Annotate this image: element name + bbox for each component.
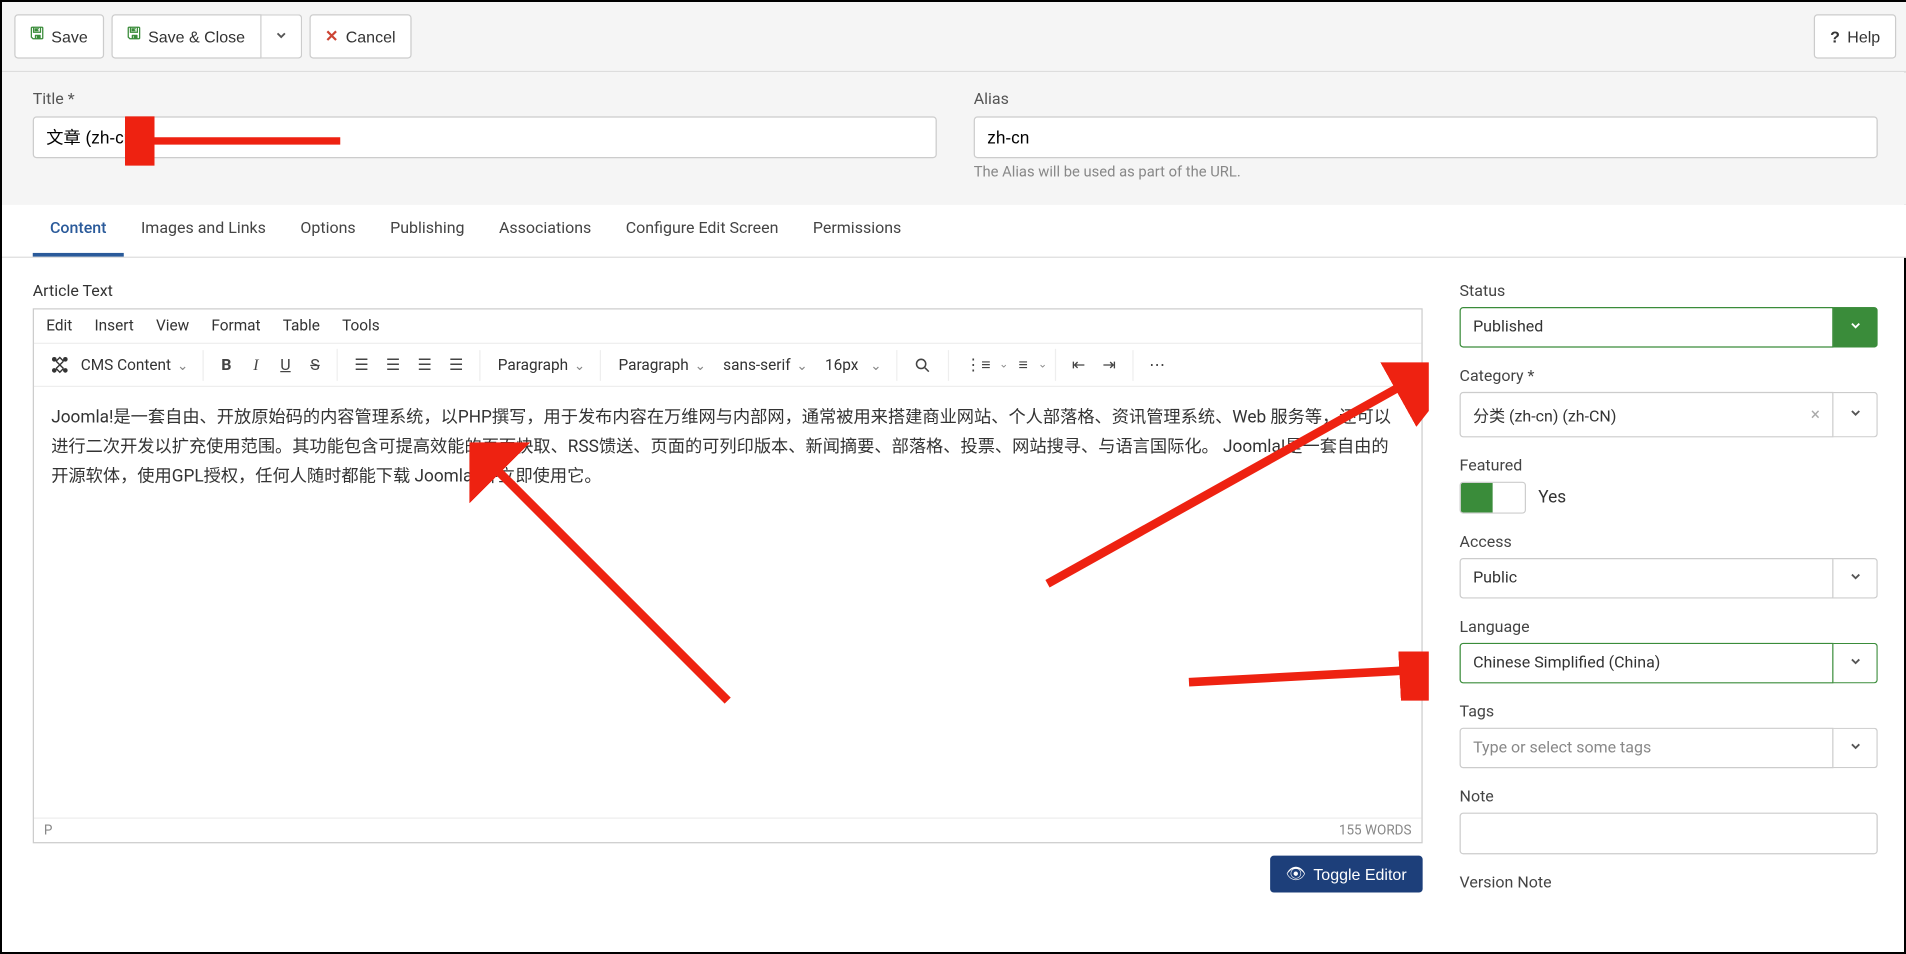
indent-button[interactable]: ⇥	[1094, 349, 1125, 380]
category-select-arrow[interactable]	[1833, 392, 1877, 438]
language-label: Language	[1460, 618, 1878, 636]
outdent-button[interactable]: ⇤	[1063, 349, 1094, 380]
menu-insert[interactable]: Insert	[94, 317, 133, 335]
cms-content-dropdown[interactable]: CMS Content	[71, 349, 196, 380]
align-center-button[interactable]: ☰	[377, 349, 409, 380]
help-icon: ?	[1830, 27, 1840, 45]
save-label: Save	[51, 27, 87, 45]
save-close-label: Save & Close	[148, 27, 245, 45]
editor-content-area[interactable]: Joomla!是一套自由、开放原始码的内容管理系统，以PHP撰写，用于发布内容在…	[34, 387, 1421, 817]
numbered-list-button[interactable]: ≡	[1008, 349, 1038, 381]
title-label: Title *	[33, 91, 937, 109]
underline-button[interactable]: U	[271, 349, 301, 380]
font-family-select[interactable]: sans-serif	[713, 349, 815, 380]
featured-text: Yes	[1538, 488, 1566, 508]
language-select[interactable]: Chinese Simplified (China)	[1460, 643, 1834, 684]
tab-permissions[interactable]: Permissions	[796, 205, 919, 257]
style-select[interactable]: Paragraph	[609, 349, 714, 380]
tab-configure-edit[interactable]: Configure Edit Screen	[609, 205, 796, 257]
toggle-editor-button[interactable]: 👁 Toggle Editor	[1270, 856, 1423, 893]
strikethrough-button[interactable]: S	[300, 349, 330, 380]
access-label: Access	[1460, 533, 1878, 551]
menu-tools[interactable]: Tools	[342, 317, 380, 335]
chevron-down-icon	[1848, 405, 1863, 425]
clear-category-icon[interactable]: ×	[1811, 405, 1820, 425]
editor-path: P	[44, 822, 53, 838]
title-input[interactable]	[33, 116, 937, 158]
status-select-arrow[interactable]	[1833, 307, 1877, 348]
chevron-down-icon	[1848, 568, 1863, 588]
toggle-editor-label: Toggle Editor	[1313, 865, 1406, 883]
title-alias-row: Title * Alias The Alias will be used as …	[2, 72, 1906, 205]
note-input[interactable]	[1460, 813, 1878, 855]
help-button[interactable]: ? Help	[1814, 14, 1896, 58]
rich-text-editor: Edit Insert View Format Table Tools CMS …	[33, 308, 1423, 843]
category-select[interactable]: 分类 (zh-cn) (zh-CN)×	[1460, 392, 1834, 438]
more-button[interactable]: ⋯	[1140, 349, 1173, 380]
chevron-down-icon	[1848, 317, 1863, 337]
block-format-select[interactable]: Paragraph	[488, 349, 593, 380]
eye-icon: 👁	[1286, 864, 1306, 884]
alias-helper: The Alias will be used as part of the UR…	[974, 163, 1878, 180]
language-select-arrow[interactable]	[1833, 643, 1877, 684]
access-select[interactable]: Public	[1460, 558, 1834, 599]
menu-edit[interactable]: Edit	[46, 317, 72, 335]
search-icon[interactable]	[905, 349, 941, 380]
status-label: Status	[1460, 282, 1878, 300]
featured-toggle[interactable]	[1460, 482, 1526, 514]
bullet-list-button[interactable]: ⋮≡	[957, 349, 1000, 381]
tags-select[interactable]: Type or select some tags	[1460, 728, 1834, 769]
tab-publishing[interactable]: Publishing	[373, 205, 482, 257]
featured-label: Featured	[1460, 457, 1878, 475]
word-count: 155 WORDS	[1339, 822, 1412, 838]
save-close-button[interactable]: 🖫 Save & Close	[111, 14, 261, 58]
tab-associations[interactable]: Associations	[482, 205, 609, 257]
align-left-button[interactable]: ☰	[346, 349, 378, 380]
tags-select-arrow[interactable]	[1833, 728, 1877, 769]
save-icon: 🖫	[30, 23, 44, 50]
tab-options[interactable]: Options	[283, 205, 373, 257]
alias-input[interactable]	[974, 116, 1878, 158]
alias-label: Alias	[974, 91, 1878, 109]
category-label: Category *	[1460, 367, 1878, 385]
font-size-select[interactable]: 16px	[815, 349, 889, 380]
chevron-down-icon	[1848, 738, 1863, 758]
save-button[interactable]: 🖫 Save	[14, 14, 103, 58]
save-icon: 🖫	[127, 23, 141, 50]
align-justify-button[interactable]: ☰	[440, 349, 472, 380]
menu-view[interactable]: View	[156, 317, 189, 335]
chevron-down-icon	[273, 27, 288, 45]
editor-menubar: Edit Insert View Format Table Tools	[34, 310, 1421, 344]
note-label: Note	[1460, 788, 1878, 806]
status-select[interactable]: Published	[1460, 307, 1834, 348]
bold-button[interactable]: B	[212, 349, 242, 380]
tab-bar: Content Images and Links Options Publish…	[2, 205, 1906, 258]
menu-format[interactable]: Format	[211, 317, 260, 335]
cancel-label: Cancel	[346, 27, 396, 45]
version-note-label: Version Note	[1460, 874, 1878, 892]
joomla-icon	[49, 354, 71, 376]
menu-table[interactable]: Table	[283, 317, 320, 335]
tags-label: Tags	[1460, 703, 1878, 721]
chevron-down-icon	[1848, 653, 1863, 673]
close-icon: ✕	[325, 27, 338, 47]
align-right-button[interactable]: ☰	[409, 349, 441, 380]
action-toolbar: 🖫 Save 🖫 Save & Close ✕ Cancel ? Help	[2, 2, 1906, 72]
italic-button[interactable]: I	[241, 349, 271, 381]
tab-images-links[interactable]: Images and Links	[124, 205, 283, 257]
save-dropdown-button[interactable]	[261, 14, 302, 58]
cancel-button[interactable]: ✕ Cancel	[309, 14, 412, 58]
tab-content[interactable]: Content	[33, 205, 124, 257]
help-label: Help	[1847, 27, 1880, 45]
access-select-arrow[interactable]	[1833, 558, 1877, 599]
editor-toolbar: CMS Content B I U S ☰ ☰ ☰ ☰ Paragraph	[34, 344, 1421, 387]
article-text-label: Article Text	[33, 282, 1423, 300]
